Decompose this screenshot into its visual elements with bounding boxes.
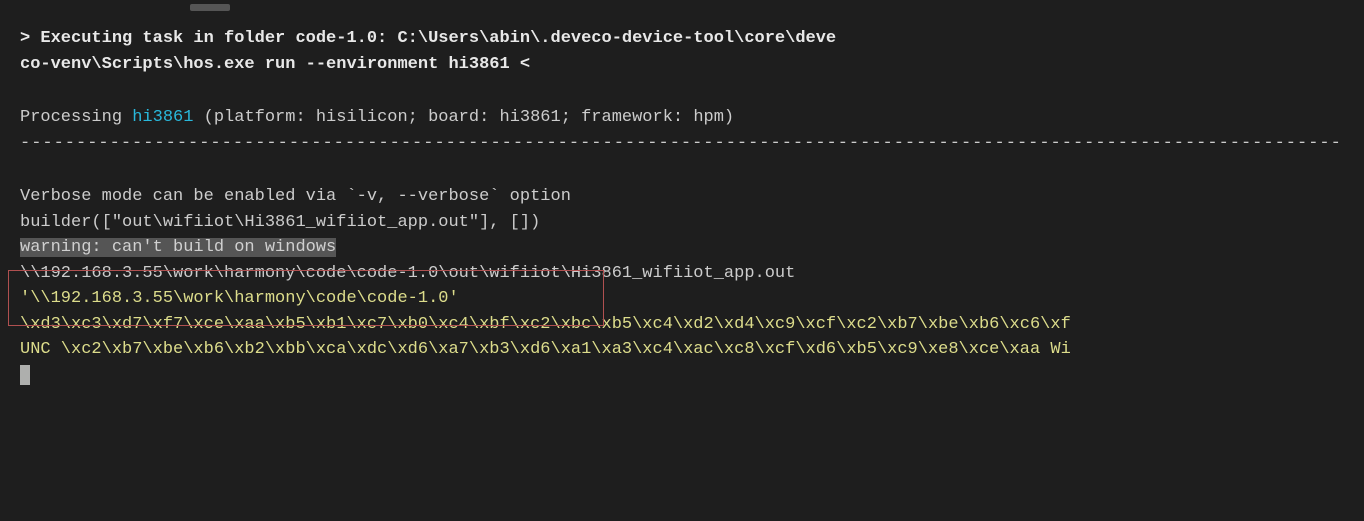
unc-path-line: \\192.168.3.55\work\harmony\code\code-1.…: [20, 261, 1344, 287]
processing-suffix: (platform: hisilicon; board: hi3861; fra…: [193, 108, 734, 127]
yellow-line-1: '\\192.168.3.55\work\harmony\code\code-1…: [20, 286, 1344, 312]
terminal-output[interactable]: > Executing task in folder code-1.0: C:\…: [0, 0, 1364, 400]
yellow-line-3: UNC \xc2\xb7\xbe\xb6\xb2\xbb\xca\xdc\xd6…: [20, 337, 1344, 363]
yellow-line-2: \xd3\xc3\xd7\xf7\xce\xaa\xb5\xb1\xc7\xb0…: [20, 312, 1344, 338]
cursor-line: [20, 363, 1344, 389]
task-exec-line-1: > Executing task in folder code-1.0: C:\…: [20, 26, 1344, 52]
scrollbar-thumb[interactable]: [190, 4, 230, 11]
separator-line: ----------------------------------------…: [20, 131, 1344, 157]
task-exec-line-2: co-venv\Scripts\hos.exe run --environmen…: [20, 52, 1344, 78]
verbose-line: Verbose mode can be enabled via `-v, --v…: [20, 184, 1344, 210]
builder-line: builder(["out\wifiiot\Hi3861_wifiiot_app…: [20, 210, 1344, 236]
warning-line: warning: can't build on windows: [20, 235, 1344, 261]
processing-prefix: Processing: [20, 108, 132, 127]
processing-target: hi3861: [132, 108, 193, 127]
terminal-cursor: [20, 365, 30, 385]
processing-line: Processing hi3861 (platform: hisilicon; …: [20, 105, 1344, 131]
warning-selected-text: warning: can't build on windows: [20, 238, 336, 257]
